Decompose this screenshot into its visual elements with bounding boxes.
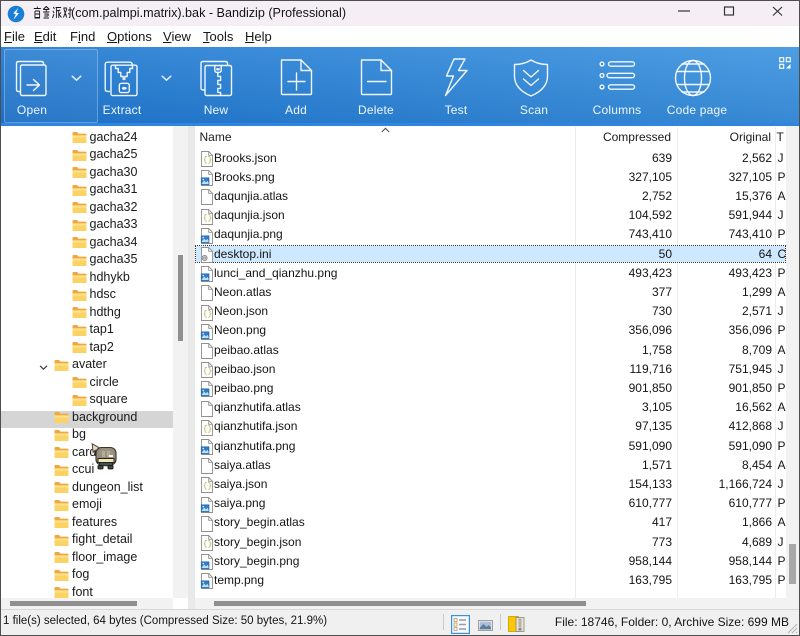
- svg-text:{}: {}: [202, 310, 212, 319]
- svg-text:{}: {}: [202, 214, 212, 223]
- svg-text:{}: {}: [202, 156, 212, 165]
- svg-text:{}: {}: [202, 540, 212, 549]
- svg-text:{}: {}: [202, 483, 212, 492]
- svg-text:{}: {}: [202, 367, 212, 376]
- svg-text:{}: {}: [202, 425, 212, 434]
